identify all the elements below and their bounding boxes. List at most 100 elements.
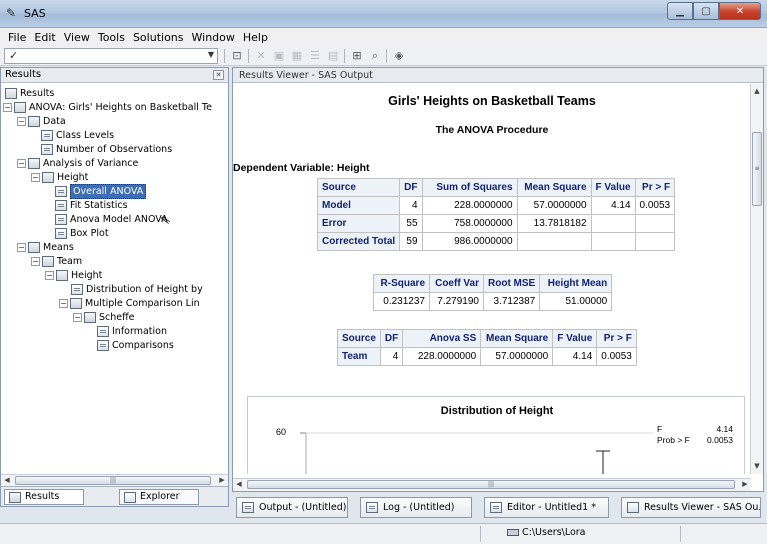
command-value: ✓ <box>9 49 19 62</box>
scroll-right-icon[interactable]: ▶ <box>739 479 751 490</box>
menu-solutions[interactable]: Solutions <box>129 31 188 44</box>
close-icon[interactable]: ✕ <box>213 70 224 80</box>
results-viewer: Results Viewer - SAS Output Girls' Heigh… <box>232 67 764 492</box>
collapse-icon[interactable]: − <box>17 243 26 252</box>
results-horizontal-scrollbar[interactable]: ◀ ||| ▶ <box>1 474 228 486</box>
menu-tools[interactable]: Tools <box>94 31 129 44</box>
type-ss-table: Source DF Anova SS Mean Square F Value P… <box>337 329 637 366</box>
collapse-icon[interactable]: − <box>31 173 40 182</box>
status-divider <box>480 526 481 542</box>
menu-help[interactable]: Help <box>239 31 272 44</box>
menu-window[interactable]: Window <box>188 31 239 44</box>
results-icon <box>9 492 21 503</box>
scroll-left-icon[interactable]: ◀ <box>1 475 13 486</box>
tree-node-class-levels[interactable]: Class Levels <box>41 129 114 142</box>
menu-view[interactable]: View <box>60 31 94 44</box>
scroll-up-icon[interactable]: ▲ <box>751 86 763 97</box>
scroll-thumb[interactable]: ≡ <box>752 132 762 206</box>
delete-icon[interactable]: ✕ <box>254 49 268 63</box>
tree-node-analysis-of-variance[interactable]: − Analysis of Variance <box>17 157 138 170</box>
find-icon[interactable]: ⌕ <box>368 49 382 63</box>
tree-node-fit-statistics[interactable]: Fit Statistics <box>55 199 128 212</box>
tree-node-height-means[interactable]: − Height <box>45 269 102 282</box>
table-header-row: R-Square Coeff Var Root MSE Height Mean <box>373 274 613 293</box>
tree-node-scheffe[interactable]: − Scheffe <box>73 311 135 324</box>
table-cell: 51.00000 <box>539 292 613 311</box>
menu-edit[interactable]: Edit <box>30 31 59 44</box>
tree-node-anova[interactable]: − ANOVA: Girls' Heights on Basketball Te <box>3 101 212 114</box>
menu-file[interactable]: File <box>4 31 30 44</box>
scroll-right-icon[interactable]: ▶ <box>216 475 228 486</box>
current-directory[interactable]: C:\Users\Lora <box>507 527 586 538</box>
results-panel-tabs: Results Explorer <box>1 486 228 506</box>
tree-node-distribution-of-height[interactable]: Distribution of Height by <box>71 283 203 296</box>
minimize-button[interactable]: ▁ <box>667 2 693 20</box>
folder-icon <box>84 312 96 323</box>
large-icons-icon[interactable]: ▦ <box>290 49 304 63</box>
tree-node-information[interactable]: Information <box>97 325 167 338</box>
table-cell: 758.0000000 <box>421 214 518 233</box>
column-header: R-Square <box>373 274 430 293</box>
results-panel-title: Results <box>5 69 42 80</box>
chevron-down-icon[interactable]: ▼ <box>208 50 214 59</box>
tab-results-viewer[interactable]: Results Viewer - SAS Ou... <box>621 497 761 518</box>
command-box[interactable]: ✓ ▼ <box>4 48 218 64</box>
tree-node-overall-anova[interactable]: Overall ANOVA <box>55 184 147 199</box>
tab-results[interactable]: Results <box>4 489 84 505</box>
plot-inset: F 4.14 Prob > F 0.0053 <box>655 424 735 448</box>
output-icon <box>242 502 254 513</box>
tab-log[interactable]: Log - (Untitled) <box>360 497 472 518</box>
collapse-icon[interactable]: − <box>59 299 68 308</box>
tree-node-means[interactable]: − Means <box>17 241 74 254</box>
table-icon <box>55 214 67 225</box>
tree-node-results[interactable]: Results <box>5 87 54 100</box>
explorer-icon[interactable]: ⊞ <box>350 49 364 63</box>
column-header: Mean Square <box>480 329 554 348</box>
status-divider <box>680 526 681 542</box>
collapse-icon[interactable]: − <box>17 117 26 126</box>
maximize-button[interactable]: ▢ <box>693 2 719 20</box>
folder-icon <box>28 242 40 253</box>
dependent-variable-label: Dependent Variable: Height <box>233 162 370 174</box>
scroll-thumb[interactable]: ||| <box>247 480 735 489</box>
viewer-vertical-scrollbar[interactable]: ▲ ≡ ▼ <box>750 84 763 474</box>
scroll-left-icon[interactable]: ◀ <box>233 479 245 490</box>
procedure-title: The ANOVA Procedure <box>435 124 549 136</box>
list-icon[interactable]: ☰ <box>308 49 322 63</box>
collapse-icon[interactable]: − <box>3 103 12 112</box>
table-icon <box>41 144 53 155</box>
tree-node-multiple-comparison[interactable]: − Multiple Comparison Lin <box>59 297 200 310</box>
table-cell: 13.7818182 <box>516 214 592 233</box>
scroll-thumb[interactable]: ||| <box>15 476 211 485</box>
table-header-row: Source DF Sum of Squares Mean Square F V… <box>316 178 676 197</box>
tab-explorer[interactable]: Explorer <box>119 489 199 505</box>
column-header: F Value <box>590 178 636 197</box>
tab-output[interactable]: Output - (Untitled) <box>236 497 348 518</box>
folder-icon <box>28 158 40 169</box>
column-header: Height Mean <box>539 274 613 293</box>
collapse-icon[interactable]: − <box>17 159 26 168</box>
tree-node-anova-model-anova[interactable]: Anova Model ANOVA <box>55 213 168 226</box>
collapse-icon[interactable]: − <box>31 257 40 266</box>
help-icon[interactable]: ◈ <box>392 49 406 63</box>
folder-icon <box>42 172 54 183</box>
drive-icon <box>507 529 519 536</box>
tree-node-height[interactable]: − Height <box>31 171 88 184</box>
tree-node-number-of-observations[interactable]: Number of Observations <box>41 143 172 156</box>
table-row: 0.231237 7.279190 3.712387 51.00000 <box>373 292 613 311</box>
tree-node-comparisons[interactable]: Comparisons <box>97 339 174 352</box>
tree-node-box-plot[interactable]: Box Plot <box>55 227 109 240</box>
collapse-icon[interactable]: − <box>45 271 54 280</box>
table-header-row: Source DF Anova SS Mean Square F Value P… <box>337 329 637 348</box>
viewer-horizontal-scrollbar[interactable]: ◀ ||| ▶ <box>233 478 751 491</box>
tree-node-data[interactable]: − Data <box>17 115 66 128</box>
explorer-icon <box>124 492 136 503</box>
scroll-down-icon[interactable]: ▼ <box>751 461 763 472</box>
properties-icon[interactable]: ▣ <box>272 49 286 63</box>
tree-node-team[interactable]: − Team <box>31 255 82 268</box>
new-window-icon[interactable]: ⊡ <box>230 49 244 63</box>
close-button[interactable]: ✕ <box>719 2 761 20</box>
collapse-icon[interactable]: − <box>73 313 82 322</box>
details-icon[interactable]: ▤ <box>326 49 340 63</box>
tab-editor[interactable]: Editor - Untitled1 * <box>484 497 609 518</box>
